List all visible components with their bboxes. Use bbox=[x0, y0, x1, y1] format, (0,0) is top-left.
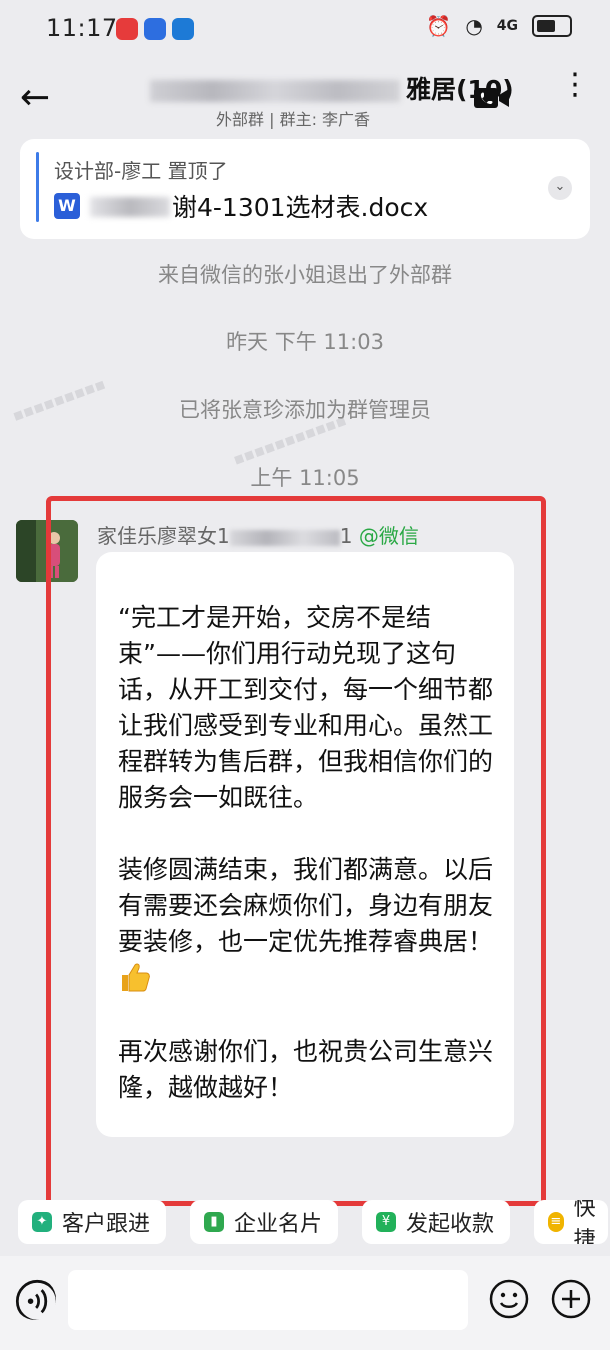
quick-action-business-card[interactable]: ▮ 企业名片 bbox=[190, 1200, 339, 1244]
system-message: 来自微信的张小姐退出了外部群 bbox=[158, 263, 452, 287]
add-attachment-icon[interactable] bbox=[550, 1278, 592, 1320]
app-notification-icon bbox=[116, 18, 138, 40]
highlight-frame bbox=[46, 496, 546, 1206]
card-icon: ▮ bbox=[204, 1212, 224, 1232]
yen-icon: ¥ bbox=[376, 1212, 396, 1232]
alarm-icon: ⏰ bbox=[426, 14, 452, 38]
battery-icon bbox=[532, 15, 572, 37]
signal-icon: 4G bbox=[496, 18, 518, 34]
message-input[interactable] bbox=[68, 1270, 468, 1330]
timestamp: 昨天 下午 11:03 bbox=[226, 330, 384, 354]
voice-input-icon[interactable] bbox=[14, 1278, 56, 1320]
chat-subtitle: 外部群 | 群主: 李广香 bbox=[216, 110, 371, 129]
app-notification-icon bbox=[144, 18, 166, 40]
emoji-icon[interactable] bbox=[488, 1278, 530, 1320]
pin-accent-bar bbox=[36, 152, 39, 222]
status-icons: ⏰ ◔ 4G bbox=[426, 14, 572, 38]
followup-icon: ✦ bbox=[32, 1212, 52, 1232]
chevron-down-icon[interactable]: ⌄ bbox=[548, 176, 572, 200]
timestamp: 上午 11:05 bbox=[250, 466, 360, 490]
quick-action-collect-payment[interactable]: ¥ 发起收款 bbox=[362, 1200, 511, 1244]
quick-action-shortcut[interactable]: ≡ 快捷 bbox=[534, 1200, 608, 1244]
pinned-by-text: 设计部-廖工 置顶了 bbox=[54, 159, 228, 183]
wifi-icon: ◔ bbox=[465, 14, 483, 38]
status-time: 11:17 bbox=[46, 14, 118, 42]
app-notification-icon bbox=[172, 18, 194, 40]
shortcut-icon: ≡ bbox=[548, 1212, 564, 1232]
chat-title: 雅居(10) bbox=[150, 70, 514, 106]
quick-action-customer-followup[interactable]: ✦ 客户跟进 bbox=[18, 1200, 167, 1244]
back-button[interactable]: ← bbox=[20, 80, 60, 120]
more-options-icon[interactable]: ⋮ bbox=[560, 70, 590, 120]
word-file-icon: W bbox=[54, 193, 80, 219]
pinned-file-name[interactable]: 谢4-1301选材表.docx bbox=[172, 188, 428, 224]
redacted-filename bbox=[90, 197, 170, 217]
redacted-title bbox=[150, 80, 400, 102]
system-message: 已将张意珍添加为群管理员 bbox=[179, 398, 431, 422]
video-call-icon[interactable] bbox=[474, 86, 510, 110]
